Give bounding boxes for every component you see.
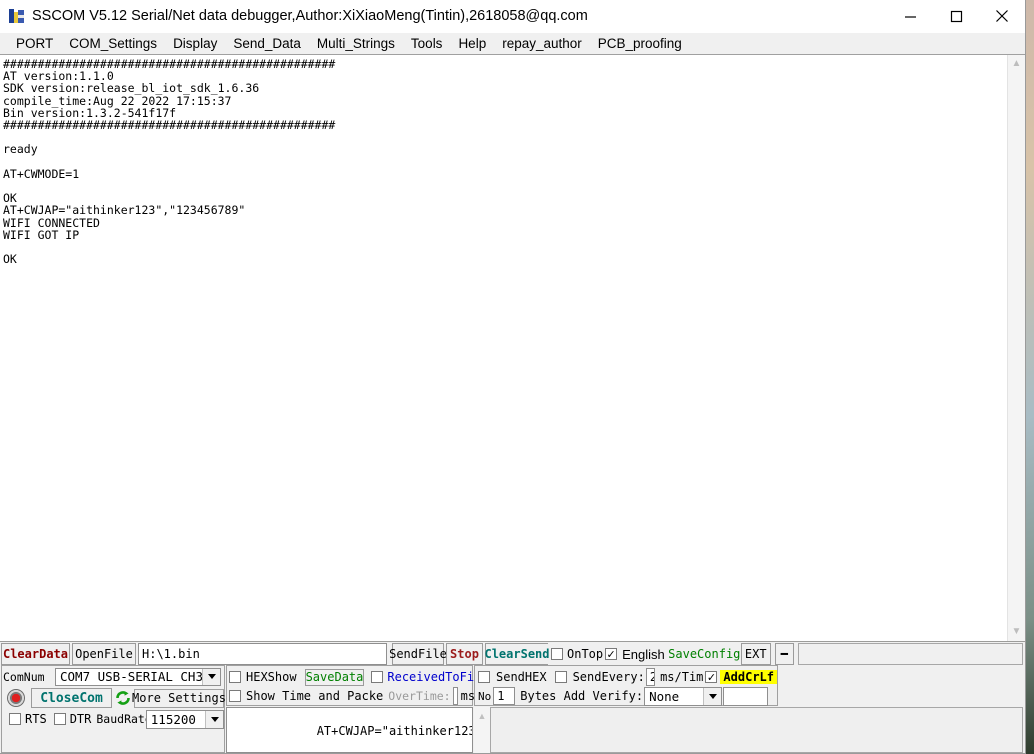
baud-rate-label: BaudRate — [96, 712, 152, 726]
baud-rate-value: 115200 — [150, 711, 196, 727]
received-to-file-checkbox[interactable] — [371, 671, 384, 683]
chevron-down-icon[interactable] — [703, 687, 722, 705]
receive-options-group: HEXShow SaveData ReceivedToFile Show Tim… — [226, 665, 489, 706]
clear-data-button[interactable]: ClearData — [1, 643, 70, 665]
send-hex-checkbox[interactable] — [478, 671, 490, 683]
show-time-checkbox[interactable] — [229, 690, 241, 702]
verify-result-input[interactable] — [723, 686, 769, 706]
rts-label: RTS — [25, 712, 47, 726]
menu-item-display[interactable]: Display — [165, 33, 225, 54]
send-options-group: SendHEX SendEvery: 2000 ms/Tim ✓ AddCrLf… — [474, 665, 778, 706]
scroll-down-chevron-icon[interactable]: ▼ — [1012, 623, 1022, 641]
refresh-icon[interactable] — [112, 689, 134, 707]
english-checkbox[interactable]: ✓ — [605, 648, 618, 660]
terminal-output[interactable]: ########################################… — [0, 55, 1007, 641]
over-time-label: OverTime: — [388, 689, 451, 703]
dtr-label: DTR — [69, 712, 92, 726]
sscom-app-icon — [9, 8, 25, 24]
menu-item-tools[interactable]: Tools — [403, 33, 451, 54]
menu-item-port[interactable]: PORT — [8, 33, 61, 54]
no-input[interactable]: 1 — [493, 687, 516, 705]
baud-rate-select[interactable]: 115200 — [145, 709, 224, 729]
window-controls — [887, 0, 1025, 32]
menu-bar: PORT COM_Settings Display Send_Data Mult… — [0, 33, 1025, 55]
bytes-add-verify-label: Bytes Add Verify: — [520, 689, 644, 703]
file-toolbar-row: ClearData OpenFile H:\1.bin SendFile Sto… — [0, 642, 1025, 665]
over-time-unit: ms — [460, 689, 476, 703]
english-label: English — [622, 646, 665, 662]
send-hex-label: SendHEX — [496, 670, 547, 684]
menu-item-help[interactable]: Help — [450, 33, 494, 54]
save-config-button[interactable]: SaveConfig — [668, 643, 740, 665]
sscom-main-window: SSCOM V5.12 Serial/Net data debugger,Aut… — [0, 0, 1026, 754]
close-com-button[interactable]: CloseCom — [31, 688, 112, 708]
no-label: No — [478, 689, 492, 703]
minimize-button[interactable] — [887, 0, 933, 32]
save-data-button[interactable]: SaveData — [304, 668, 365, 686]
verify-select[interactable]: None — [644, 686, 723, 706]
send-file-button[interactable]: SendFile — [389, 643, 447, 665]
open-file-button[interactable]: OpenFile — [72, 643, 136, 665]
settings-row: ComNum COM7 USB-SERIAL CH340 CloseCom — [0, 665, 1025, 753]
com-port-select[interactable]: COM7 USB-SERIAL CH340 — [55, 667, 221, 686]
maximize-button[interactable] — [933, 0, 979, 32]
menu-item-pcb-proofing[interactable]: PCB_proofing — [590, 33, 690, 54]
interval-unit-label: ms/Tim — [660, 670, 704, 684]
chevron-down-icon[interactable] — [205, 710, 223, 728]
com-port-value: COM7 USB-SERIAL CH340 — [60, 669, 202, 684]
send-interval-input[interactable]: 2000 — [645, 668, 656, 686]
collapse-icon[interactable]: ━ — [774, 643, 794, 665]
dtr-checkbox[interactable] — [53, 713, 66, 725]
add-crlf-checkbox[interactable]: ✓ — [705, 671, 718, 683]
menu-item-multi-strings[interactable]: Multi_Strings — [309, 33, 403, 54]
menu-item-repay-author[interactable]: repay_author — [494, 33, 590, 54]
add-crlf-label: AddCrLf — [720, 670, 777, 684]
chevron-down-icon[interactable] — [202, 668, 220, 685]
status-led-icon — [7, 689, 25, 707]
stop-button[interactable]: Stop — [446, 643, 483, 665]
verify-value: None — [649, 688, 680, 704]
send-text-value: AT+CWJAP="aithinker123","123456789" — [316, 724, 472, 738]
on-top-label: OnTop — [567, 647, 604, 661]
over-time-input[interactable]: 20 — [452, 687, 458, 705]
send-options-column: SendHEX SendEvery: 2000 ms/Tim ✓ AddCrLf… — [474, 665, 1023, 753]
scroll-up-chevron-icon[interactable]: ▲ — [1012, 55, 1022, 73]
terminal-scrollbar[interactable]: ▲ ▼ — [1007, 55, 1025, 641]
port-settings-group: ComNum COM7 USB-SERIAL CH340 CloseCom — [1, 665, 226, 753]
file-path-input[interactable]: H:\1.bin — [138, 643, 387, 665]
menu-item-send-data[interactable]: Send_Data — [225, 33, 309, 54]
clear-send-button[interactable]: ClearSend — [484, 643, 550, 665]
ext-button[interactable]: EXT — [740, 643, 771, 665]
more-settings-button[interactable]: More Settings — [132, 688, 226, 708]
receive-area: ########################################… — [0, 55, 1025, 641]
window-title: SSCOM V5.12 Serial/Net data debugger,Aut… — [32, 8, 588, 24]
desktop-background: SSCOM V5.12 Serial/Net data debugger,Aut… — [0, 0, 1034, 754]
toolbar-empty-area — [797, 643, 1023, 665]
multi-string-empty-area — [490, 707, 1023, 753]
show-time-label: Show Time and Packe — [246, 689, 384, 703]
rts-checkbox[interactable] — [9, 713, 21, 725]
menu-item-com-settings[interactable]: COM_Settings — [61, 33, 165, 54]
hex-show-checkbox[interactable] — [229, 671, 241, 683]
com-num-label: ComNum — [3, 669, 45, 684]
close-button[interactable] — [979, 0, 1025, 32]
on-top-checkbox[interactable] — [551, 648, 563, 660]
hex-show-label: HEXShow — [246, 670, 297, 684]
scroll-up-chevron-icon[interactable]: ▲ — [478, 707, 487, 753]
send-every-label: SendEvery: — [572, 670, 645, 684]
send-panel-scrollbar[interactable]: ▲ — [474, 707, 490, 753]
receive-and-send-column: HEXShow SaveData ReceivedToFile Show Tim… — [226, 665, 489, 753]
send-textarea[interactable]: AT+CWJAP="aithinker123","123456789" — [226, 707, 473, 753]
bottom-panel: ClearData OpenFile H:\1.bin SendFile Sto… — [0, 641, 1025, 753]
send-every-checkbox[interactable] — [554, 671, 567, 683]
title-bar: SSCOM V5.12 Serial/Net data debugger,Aut… — [0, 0, 1025, 33]
